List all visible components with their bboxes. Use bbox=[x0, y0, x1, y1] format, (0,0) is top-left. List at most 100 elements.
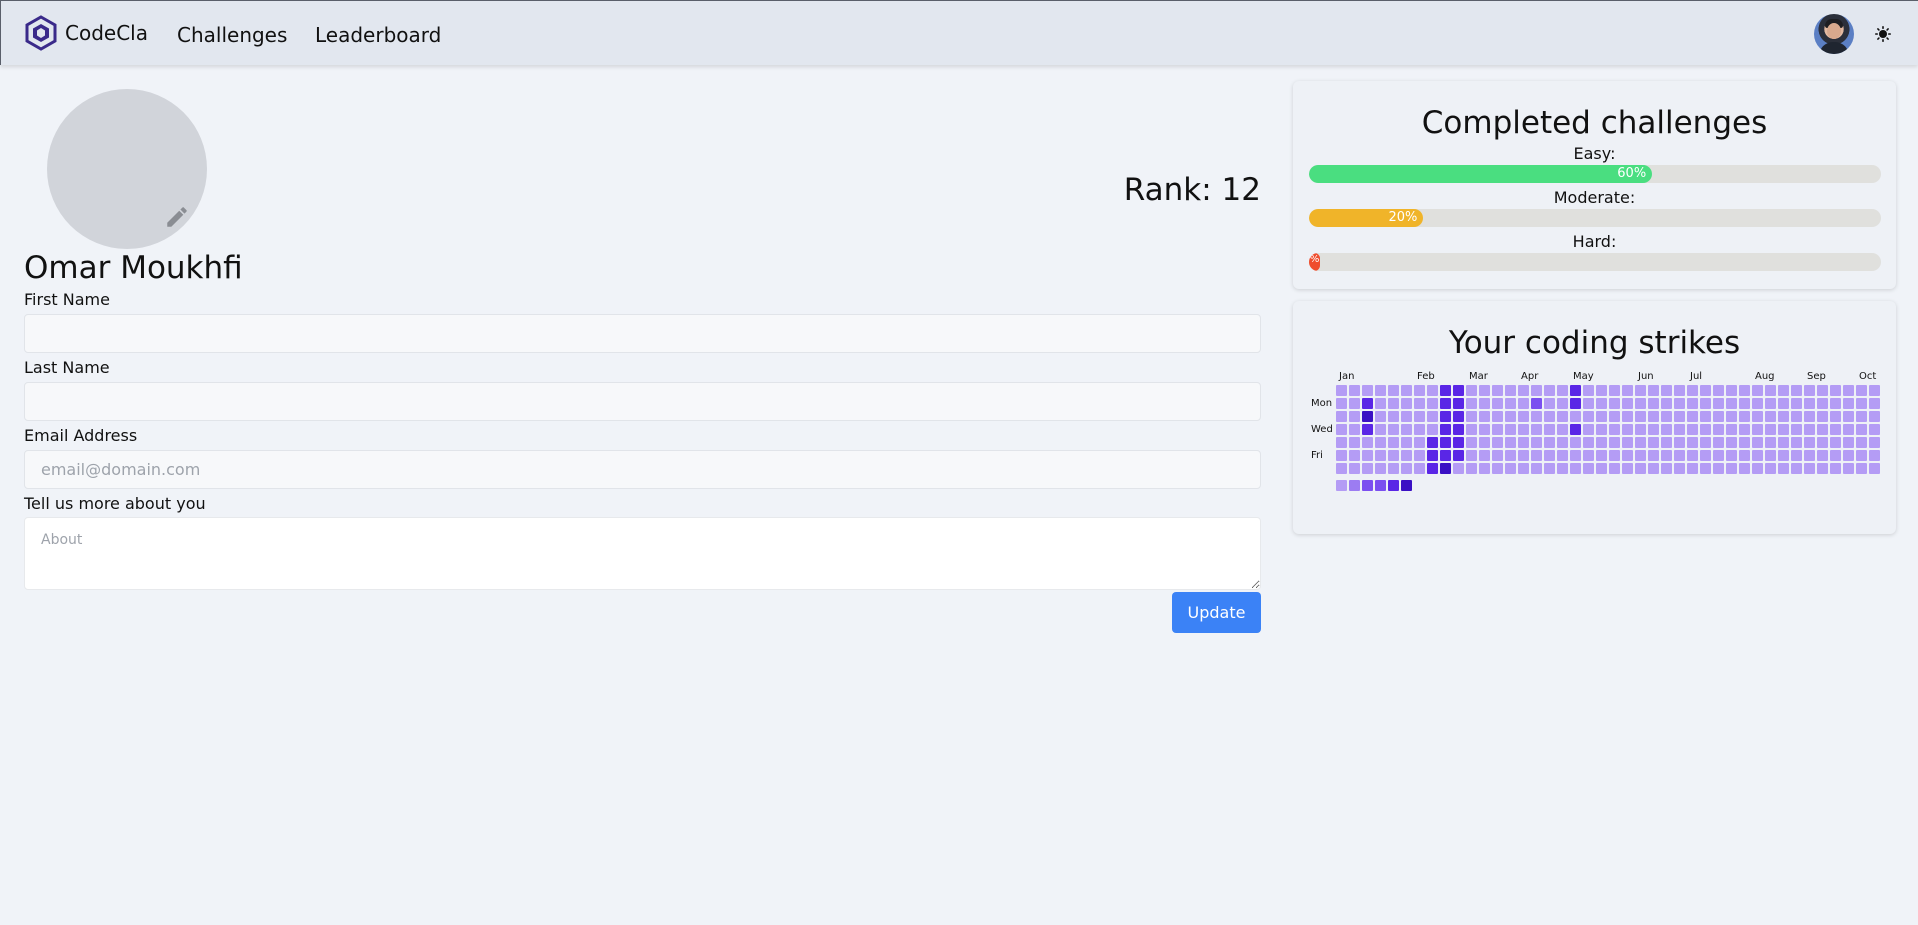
heatmap-cell[interactable] bbox=[1830, 463, 1841, 474]
heatmap-cell[interactable] bbox=[1804, 450, 1815, 461]
heatmap-cell[interactable] bbox=[1869, 424, 1880, 435]
heatmap-cell[interactable] bbox=[1687, 424, 1698, 435]
heatmap-cell[interactable] bbox=[1804, 398, 1815, 409]
heatmap-cell[interactable] bbox=[1687, 437, 1698, 448]
heatmap-cell[interactable] bbox=[1401, 411, 1412, 422]
heatmap-cell[interactable] bbox=[1336, 463, 1347, 474]
heatmap-cell[interactable] bbox=[1687, 411, 1698, 422]
heatmap-cell[interactable] bbox=[1570, 398, 1581, 409]
heatmap-cell[interactable] bbox=[1492, 424, 1503, 435]
heatmap-cell[interactable] bbox=[1596, 463, 1607, 474]
nav-leaderboard-link[interactable]: Leaderboard bbox=[315, 23, 441, 47]
heatmap-cell[interactable] bbox=[1713, 411, 1724, 422]
heatmap-cell[interactable] bbox=[1609, 398, 1620, 409]
heatmap-cell[interactable] bbox=[1466, 463, 1477, 474]
heatmap-cell[interactable] bbox=[1453, 463, 1464, 474]
heatmap-cell[interactable] bbox=[1557, 437, 1568, 448]
heatmap-cell[interactable] bbox=[1726, 398, 1737, 409]
heatmap-cell[interactable] bbox=[1375, 398, 1386, 409]
heatmap-cell[interactable] bbox=[1700, 411, 1711, 422]
heatmap-cell[interactable] bbox=[1869, 411, 1880, 422]
heatmap-cell[interactable] bbox=[1830, 450, 1841, 461]
heatmap-cell[interactable] bbox=[1375, 385, 1386, 396]
heatmap-cell[interactable] bbox=[1778, 437, 1789, 448]
heatmap-cell[interactable] bbox=[1414, 398, 1425, 409]
heatmap-cell[interactable] bbox=[1791, 437, 1802, 448]
heatmap-cell[interactable] bbox=[1453, 437, 1464, 448]
heatmap-cell[interactable] bbox=[1336, 450, 1347, 461]
heatmap-cell[interactable] bbox=[1466, 450, 1477, 461]
heatmap-cell[interactable] bbox=[1414, 385, 1425, 396]
heatmap-cell[interactable] bbox=[1557, 398, 1568, 409]
heatmap-cell[interactable] bbox=[1349, 463, 1360, 474]
email-field[interactable] bbox=[24, 450, 1261, 489]
heatmap-cell[interactable] bbox=[1336, 398, 1347, 409]
heatmap-cell[interactable] bbox=[1479, 398, 1490, 409]
heatmap-cell[interactable] bbox=[1492, 450, 1503, 461]
heatmap-cell[interactable] bbox=[1804, 424, 1815, 435]
heatmap-cell[interactable] bbox=[1531, 411, 1542, 422]
heatmap-cell[interactable] bbox=[1518, 424, 1529, 435]
heatmap-cell[interactable] bbox=[1492, 411, 1503, 422]
heatmap-cell[interactable] bbox=[1739, 411, 1750, 422]
heatmap-cell[interactable] bbox=[1817, 424, 1828, 435]
heatmap-cell[interactable] bbox=[1518, 398, 1529, 409]
heatmap-cell[interactable] bbox=[1466, 437, 1477, 448]
heatmap-cell[interactable] bbox=[1570, 424, 1581, 435]
heatmap-cell[interactable] bbox=[1869, 463, 1880, 474]
heatmap-cell[interactable] bbox=[1466, 424, 1477, 435]
heatmap-cell[interactable] bbox=[1674, 450, 1685, 461]
heatmap-cell[interactable] bbox=[1362, 398, 1373, 409]
heatmap-cell[interactable] bbox=[1453, 450, 1464, 461]
heatmap-cell[interactable] bbox=[1336, 385, 1347, 396]
heatmap-cell[interactable] bbox=[1739, 450, 1750, 461]
heatmap-cell[interactable] bbox=[1635, 411, 1646, 422]
heatmap-cell[interactable] bbox=[1466, 398, 1477, 409]
heatmap-cell[interactable] bbox=[1700, 450, 1711, 461]
heatmap-cell[interactable] bbox=[1622, 411, 1633, 422]
heatmap-cell[interactable] bbox=[1401, 437, 1412, 448]
heatmap-cell[interactable] bbox=[1804, 437, 1815, 448]
heatmap-cell[interactable] bbox=[1570, 450, 1581, 461]
heatmap-cell[interactable] bbox=[1609, 424, 1620, 435]
heatmap-cell[interactable] bbox=[1752, 411, 1763, 422]
heatmap-cell[interactable] bbox=[1622, 437, 1633, 448]
heatmap-cell[interactable] bbox=[1414, 463, 1425, 474]
heatmap-cell[interactable] bbox=[1843, 463, 1854, 474]
heatmap-cell[interactable] bbox=[1778, 463, 1789, 474]
heatmap-cell[interactable] bbox=[1349, 385, 1360, 396]
heatmap-cell[interactable] bbox=[1661, 463, 1672, 474]
heatmap-cell[interactable] bbox=[1544, 424, 1555, 435]
heatmap-cell[interactable] bbox=[1648, 411, 1659, 422]
heatmap-cell[interactable] bbox=[1830, 385, 1841, 396]
heatmap-cell[interactable] bbox=[1557, 411, 1568, 422]
heatmap-cell[interactable] bbox=[1674, 411, 1685, 422]
heatmap-cell[interactable] bbox=[1583, 411, 1594, 422]
heatmap-cell[interactable] bbox=[1726, 385, 1737, 396]
heatmap-cell[interactable] bbox=[1492, 437, 1503, 448]
heatmap-cell[interactable] bbox=[1635, 450, 1646, 461]
heatmap-cell[interactable] bbox=[1856, 411, 1867, 422]
heatmap-cell[interactable] bbox=[1622, 385, 1633, 396]
user-avatar[interactable] bbox=[1814, 14, 1854, 54]
heatmap-cell[interactable] bbox=[1609, 385, 1620, 396]
heatmap-cell[interactable] bbox=[1479, 463, 1490, 474]
heatmap-cell[interactable] bbox=[1544, 463, 1555, 474]
heatmap-cell[interactable] bbox=[1635, 437, 1646, 448]
heatmap-cell[interactable] bbox=[1635, 424, 1646, 435]
heatmap-cell[interactable] bbox=[1401, 463, 1412, 474]
pencil-icon[interactable] bbox=[164, 204, 190, 230]
heatmap-cell[interactable] bbox=[1765, 424, 1776, 435]
heatmap-cell[interactable] bbox=[1583, 450, 1594, 461]
heatmap-cell[interactable] bbox=[1505, 450, 1516, 461]
heatmap-cell[interactable] bbox=[1726, 437, 1737, 448]
heatmap-cell[interactable] bbox=[1531, 398, 1542, 409]
first-name-field[interactable] bbox=[24, 314, 1261, 353]
heatmap-cell[interactable] bbox=[1596, 437, 1607, 448]
sun-icon[interactable] bbox=[1875, 26, 1891, 42]
heatmap-cell[interactable] bbox=[1531, 437, 1542, 448]
heatmap-cell[interactable] bbox=[1843, 411, 1854, 422]
heatmap-cell[interactable] bbox=[1427, 450, 1438, 461]
heatmap-cell[interactable] bbox=[1557, 450, 1568, 461]
heatmap-cell[interactable] bbox=[1427, 463, 1438, 474]
